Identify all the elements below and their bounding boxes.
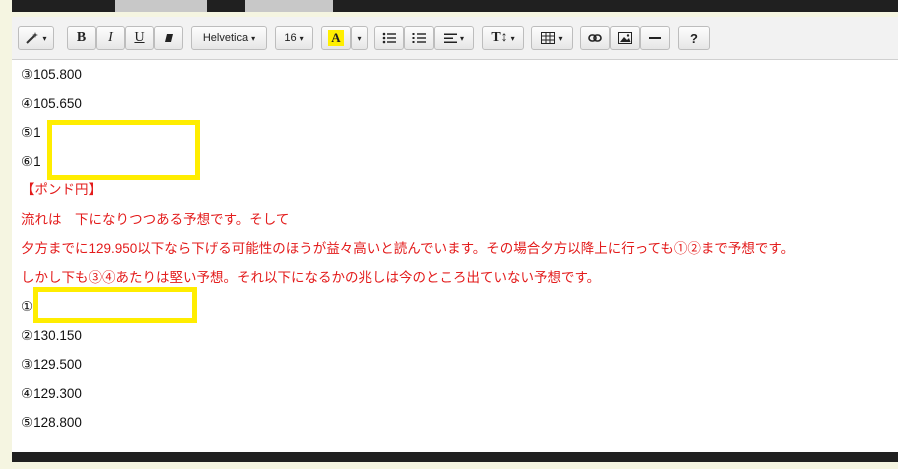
image-icon bbox=[618, 32, 632, 44]
highlight-color-button[interactable]: A bbox=[321, 26, 351, 50]
italic-button[interactable]: I bbox=[96, 26, 125, 50]
editor-toolbar: ▾ B I U Helvetica ▾ 16 ▾ A ▾ ▾ T↕ ▾ ▾ ? bbox=[12, 17, 898, 60]
chevron-down-icon: ▾ bbox=[299, 33, 304, 43]
text-line: ③129.500 bbox=[21, 357, 82, 372]
chevron-down-icon: ▾ bbox=[42, 33, 47, 43]
horizontal-rule-icon bbox=[649, 37, 661, 39]
text-line: しかし下も③④あたりは堅い予想。それ以下になるかの兆しは今のところ出ていない予想… bbox=[21, 270, 601, 285]
text-line: 夕方までに129.950以下なら下げる可能性のほうが益々高いと読んでいます。その… bbox=[21, 241, 795, 256]
text-line: 流れは 下になりつつある予想です。そして bbox=[21, 212, 290, 227]
text-line: ⑤1 bbox=[21, 125, 41, 140]
top-tab[interactable] bbox=[115, 0, 207, 12]
unordered-list-button[interactable] bbox=[374, 26, 404, 50]
insert-image-button[interactable] bbox=[610, 26, 640, 50]
paragraph-align-dropdown[interactable]: ▾ bbox=[434, 26, 474, 50]
help-button[interactable]: ? bbox=[678, 26, 710, 50]
magic-button[interactable]: ▾ bbox=[18, 26, 54, 50]
bottom-bar bbox=[12, 452, 898, 462]
font-size-value: 16 bbox=[284, 32, 297, 44]
underline-button[interactable]: U bbox=[125, 26, 154, 50]
text-line: ③105.800 bbox=[21, 67, 82, 82]
bold-label: B bbox=[76, 30, 87, 45]
top-tab[interactable] bbox=[245, 0, 333, 12]
table-dropdown[interactable]: ▾ bbox=[531, 26, 573, 50]
insert-link-button[interactable] bbox=[580, 26, 610, 50]
line-height-label: T↕ bbox=[491, 30, 508, 45]
italic-label: I bbox=[108, 30, 113, 45]
magic-wand-icon bbox=[26, 32, 39, 44]
horizontal-rule-button[interactable] bbox=[640, 26, 670, 50]
underline-label: U bbox=[134, 30, 145, 45]
editor-content-area[interactable]: ③105.800 ④105.650 ⑤1 ⑥1 【ポンド円】 流れは 下になりつ… bbox=[12, 60, 898, 452]
eraser-icon bbox=[164, 34, 173, 42]
chevron-down-icon: ▾ bbox=[558, 33, 563, 43]
chevron-down-icon: ▾ bbox=[510, 33, 515, 43]
bold-button[interactable]: B bbox=[67, 26, 96, 50]
highlight-color-dropdown[interactable]: ▾ bbox=[351, 26, 368, 50]
text-line: ⑥1 bbox=[21, 154, 41, 169]
ordered-list-icon bbox=[412, 33, 426, 43]
redaction-box bbox=[33, 287, 197, 323]
font-family-value: Helvetica bbox=[202, 32, 249, 44]
line-height-dropdown[interactable]: T↕ ▾ bbox=[482, 26, 524, 50]
text-line: ④105.650 bbox=[21, 96, 82, 111]
link-icon bbox=[588, 34, 602, 42]
font-family-dropdown[interactable]: Helvetica ▾ bbox=[191, 26, 267, 50]
chevron-down-icon: ▾ bbox=[459, 33, 464, 43]
chevron-down-icon: ▾ bbox=[357, 33, 362, 43]
redaction-box bbox=[47, 120, 200, 180]
ordered-list-button[interactable] bbox=[404, 26, 434, 50]
align-icon bbox=[443, 33, 457, 43]
text-line: ⑤128.800 bbox=[21, 415, 82, 430]
text-line: 【ポンド円】 bbox=[21, 182, 102, 197]
highlight-label: A bbox=[328, 30, 344, 46]
chevron-down-icon: ▾ bbox=[251, 33, 256, 43]
unordered-list-icon bbox=[382, 32, 396, 44]
text-line: ① bbox=[21, 299, 34, 314]
font-size-dropdown[interactable]: 16 ▾ bbox=[275, 26, 313, 50]
text-line: ②130.150 bbox=[21, 328, 82, 343]
clear-format-button[interactable] bbox=[154, 26, 183, 50]
text-line: ④129.300 bbox=[21, 386, 82, 401]
help-label: ? bbox=[690, 30, 698, 46]
table-icon bbox=[541, 32, 556, 44]
